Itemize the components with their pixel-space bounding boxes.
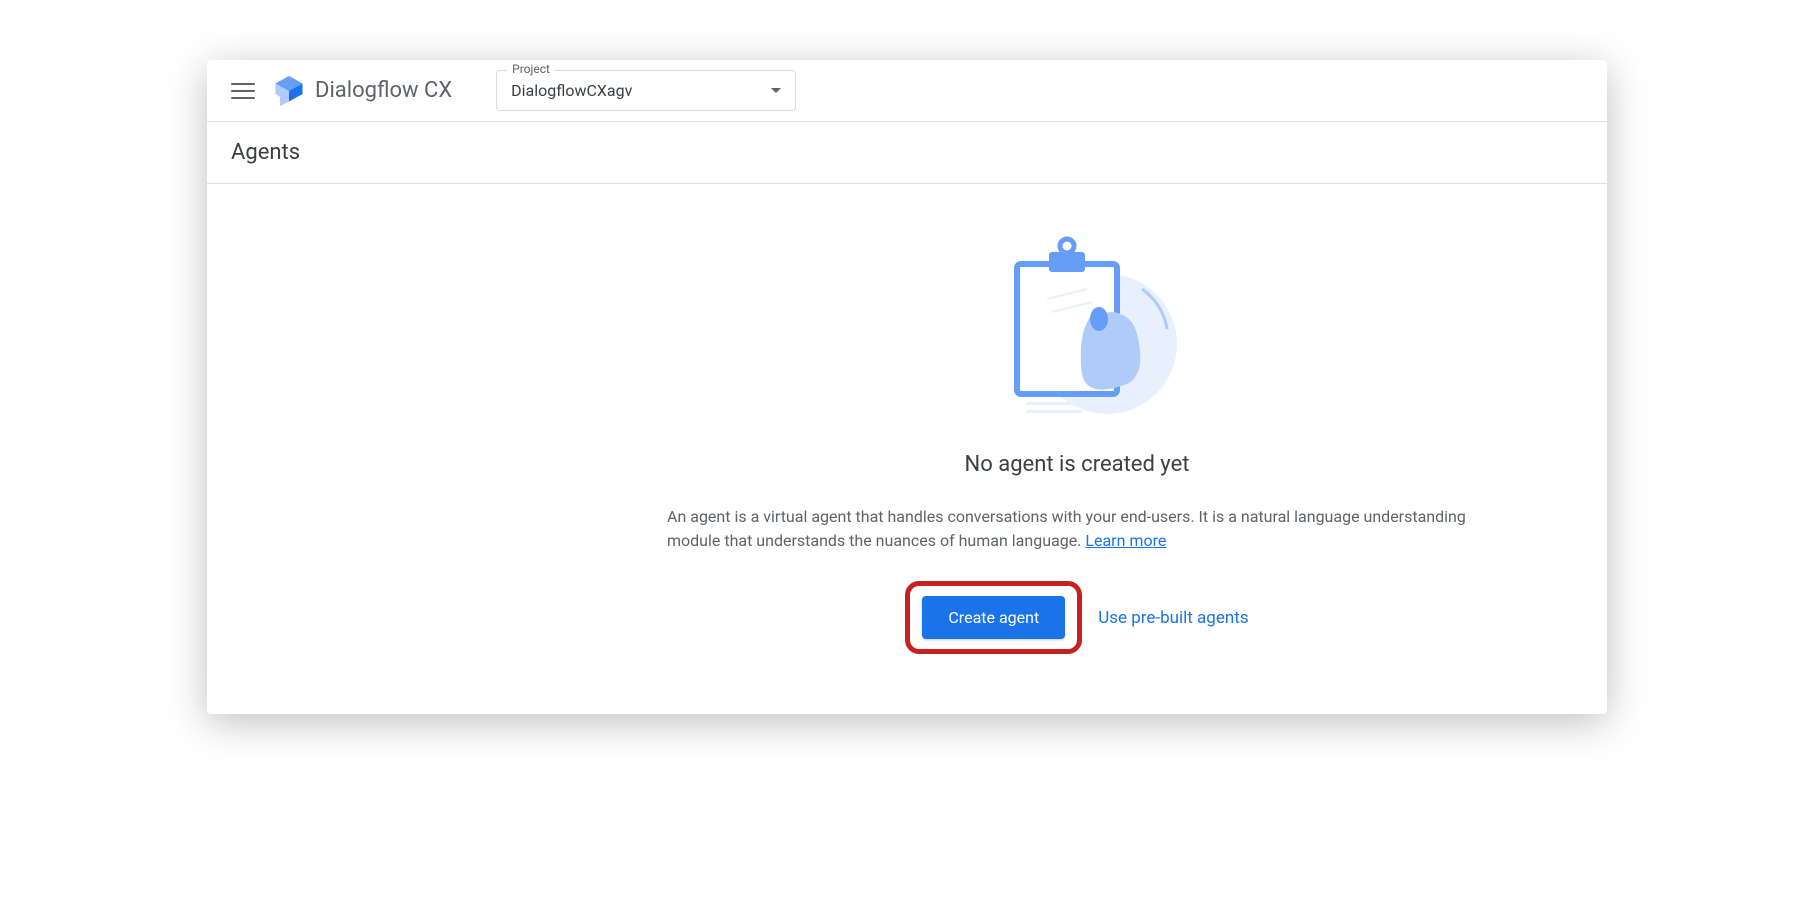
- product-logo: Dialogflow CX: [271, 73, 452, 109]
- empty-state-title: No agent is created yet: [965, 452, 1190, 477]
- app-header: Dialogflow CX Project DialogflowCXagv: [207, 60, 1607, 122]
- learn-more-link[interactable]: Learn more: [1085, 531, 1166, 550]
- page-title-bar: Agents: [207, 122, 1607, 184]
- page-title: Agents: [231, 140, 300, 165]
- project-label: Project: [507, 62, 555, 76]
- project-value: DialogflowCXagv: [511, 81, 632, 100]
- dialogflow-logo-icon: [271, 73, 307, 109]
- product-name: Dialogflow CX: [315, 78, 452, 103]
- use-prebuilt-agents-link[interactable]: Use pre-built agents: [1098, 608, 1248, 628]
- clipboard-illustration-icon: [967, 234, 1187, 424]
- empty-state-description: An agent is a virtual agent that handles…: [667, 505, 1487, 553]
- empty-state-actions: Create agent Use pre-built agents: [905, 581, 1248, 654]
- highlight-annotation: Create agent: [905, 581, 1082, 654]
- chevron-down-icon: [771, 88, 781, 93]
- empty-state-desc-text: An agent is a virtual agent that handles…: [667, 507, 1466, 550]
- project-selector[interactable]: Project DialogflowCXagv: [496, 70, 796, 111]
- menu-icon[interactable]: [231, 79, 255, 103]
- create-agent-button[interactable]: Create agent: [922, 596, 1065, 639]
- app-window: Dialogflow CX Project DialogflowCXagv Ag…: [207, 60, 1607, 714]
- empty-state: No agent is created yet An agent is a vi…: [207, 184, 1607, 714]
